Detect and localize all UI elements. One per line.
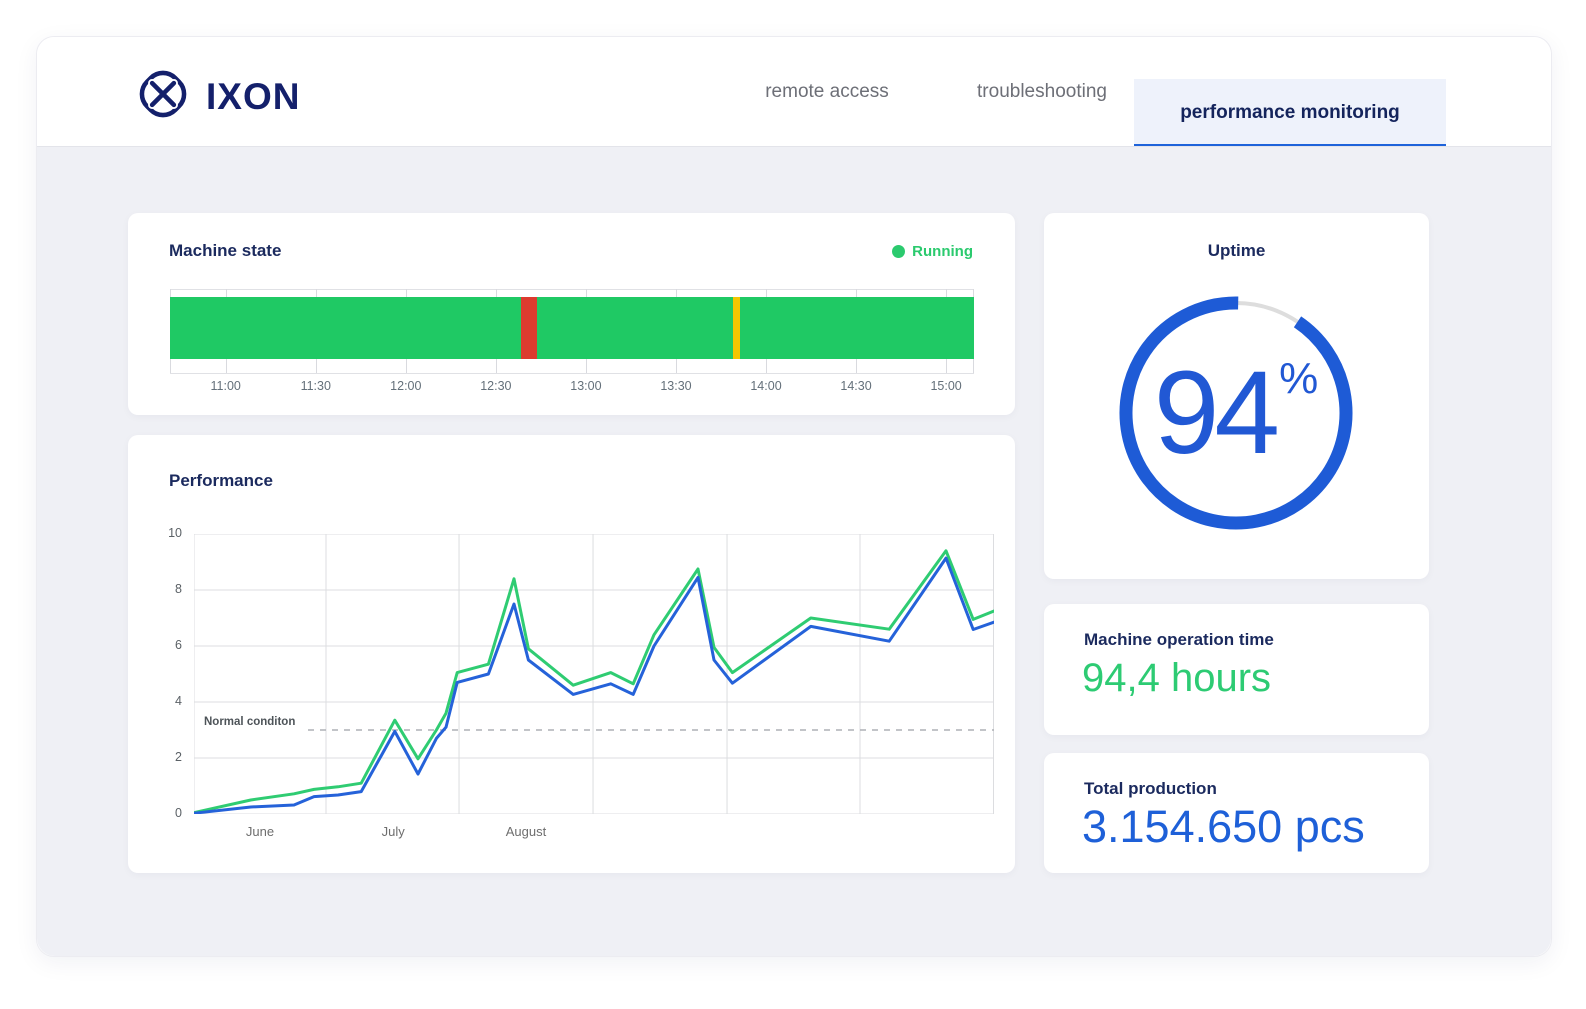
timeline-tick bbox=[406, 359, 407, 373]
total-production-card: Total production 3.154.650 pcs bbox=[1044, 753, 1429, 873]
ixon-knot-icon bbox=[134, 65, 192, 128]
performance-title: Performance bbox=[169, 471, 273, 491]
timeline-segment-warning bbox=[733, 297, 740, 359]
y-axis-label: 6 bbox=[142, 638, 182, 652]
total-production-value: 3.154.650 pcs bbox=[1082, 801, 1365, 853]
month-label: June bbox=[215, 824, 305, 839]
total-production-title: Total production bbox=[1084, 779, 1217, 799]
timeline-time-label: 11:00 bbox=[196, 379, 256, 393]
normal-condition-label: Normal conditon bbox=[204, 716, 295, 728]
running-legend: Running bbox=[892, 243, 973, 260]
uptime-ring: 94 % bbox=[1111, 288, 1361, 538]
month-label: July bbox=[348, 824, 438, 839]
timeline-tick bbox=[586, 289, 587, 297]
timeline-time-label: 13:30 bbox=[646, 379, 706, 393]
timeline-tick bbox=[766, 359, 767, 373]
timeline-tick bbox=[676, 359, 677, 373]
logo-text: IXON bbox=[206, 78, 300, 115]
timeline-grid-top bbox=[170, 289, 974, 290]
running-dot-icon bbox=[892, 245, 905, 258]
active-tab-label: performance monitoring bbox=[1180, 102, 1400, 124]
operation-time-title: Machine operation time bbox=[1084, 630, 1274, 650]
timeline-tick bbox=[973, 289, 974, 297]
timeline-time-label: 15:00 bbox=[916, 379, 976, 393]
machine-state-timeline: 11:00 11:30 12:00 12:30 13:00 13:30 14:00 14:30… bbox=[170, 289, 974, 399]
y-axis-label: 0 bbox=[142, 806, 182, 820]
timeline-time-label: 11:30 bbox=[286, 379, 346, 393]
app-window: IXON remote access troubleshooting perfo… bbox=[36, 36, 1552, 957]
timeline-tick bbox=[946, 289, 947, 297]
performance-chart bbox=[194, 534, 994, 814]
operation-time-value: 94,4 hours bbox=[1082, 656, 1271, 701]
timeline-bar bbox=[170, 297, 974, 359]
uptime-percent-sign: % bbox=[1279, 354, 1318, 404]
timeline-tick bbox=[316, 359, 317, 373]
y-axis-label: 2 bbox=[142, 750, 182, 764]
timeline-tick bbox=[496, 359, 497, 373]
timeline-tick bbox=[226, 289, 227, 297]
timeline-tick bbox=[973, 359, 974, 373]
timeline-tick bbox=[946, 359, 947, 373]
machine-state-card: Machine state Running 11:00 11:30 12:00 12:… bbox=[128, 213, 1015, 415]
performance-card: Performance Normal conditon 0 2 4 6 8 10 June J… bbox=[128, 435, 1015, 873]
timeline-tick bbox=[856, 289, 857, 297]
timeline-tick bbox=[406, 289, 407, 297]
dashboard-body: Machine state Running 11:00 11:30 12:00 12:… bbox=[37, 147, 1551, 956]
uptime-value-wrap: 94 % bbox=[1111, 288, 1361, 538]
uptime-value: 94 bbox=[1154, 354, 1275, 472]
timeline-tick bbox=[856, 359, 857, 373]
running-label: Running bbox=[912, 243, 973, 260]
timeline-tick bbox=[496, 289, 497, 297]
uptime-card: Uptime 94 % bbox=[1044, 213, 1429, 579]
header: IXON remote access troubleshooting perfo… bbox=[37, 37, 1551, 147]
timeline-tick bbox=[170, 359, 171, 373]
uptime-title: Uptime bbox=[1044, 241, 1429, 261]
timeline-time-label: 12:30 bbox=[466, 379, 526, 393]
nav-item-remote-access[interactable]: remote access bbox=[727, 37, 927, 147]
operation-time-card: Machine operation time 94,4 hours bbox=[1044, 604, 1429, 735]
timeline-tick bbox=[676, 289, 677, 297]
timeline-tick bbox=[586, 359, 587, 373]
nav-item-performance-monitoring[interactable]: performance monitoring bbox=[1134, 79, 1446, 147]
timeline-tick bbox=[766, 289, 767, 297]
machine-state-title: Machine state bbox=[169, 241, 281, 261]
ixon-logo: IXON bbox=[134, 65, 300, 128]
timeline-time-label: 13:00 bbox=[556, 379, 616, 393]
timeline-segment-running bbox=[740, 297, 974, 359]
y-axis-label: 4 bbox=[142, 694, 182, 708]
timeline-segment-running bbox=[170, 297, 521, 359]
page: IXON remote access troubleshooting perfo… bbox=[0, 0, 1586, 1009]
nav-item-troubleshooting[interactable]: troubleshooting bbox=[942, 37, 1142, 147]
month-label: August bbox=[481, 824, 571, 839]
timeline-time-label: 12:00 bbox=[376, 379, 436, 393]
timeline-time-label: 14:00 bbox=[736, 379, 796, 393]
timeline-segment-running bbox=[537, 297, 733, 359]
timeline-segment-stopped bbox=[521, 297, 537, 359]
timeline-time-label: 14:30 bbox=[826, 379, 886, 393]
timeline-tick bbox=[226, 359, 227, 373]
timeline-tick bbox=[316, 289, 317, 297]
timeline-tick bbox=[170, 289, 171, 297]
y-axis-label: 10 bbox=[142, 526, 182, 540]
timeline-grid-bottom bbox=[170, 373, 974, 374]
performance-line-blue bbox=[194, 558, 994, 813]
y-axis-label: 8 bbox=[142, 582, 182, 596]
